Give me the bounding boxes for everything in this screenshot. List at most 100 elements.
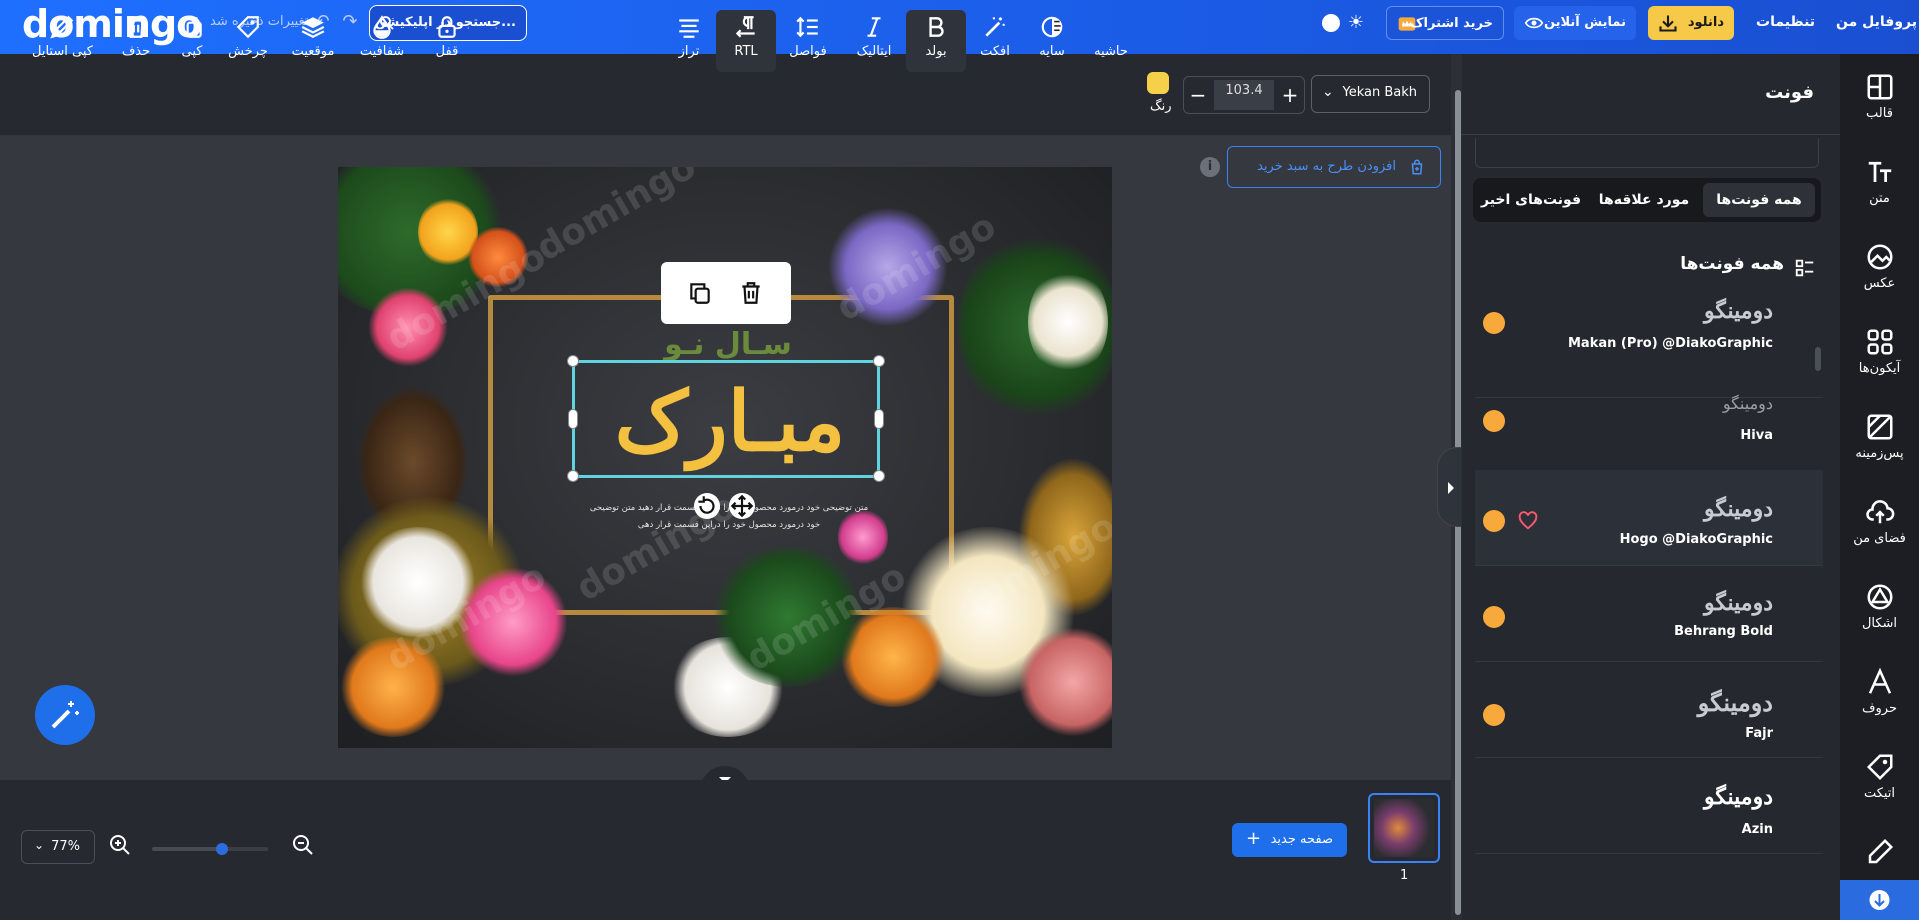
- font-size-increase-button[interactable]: +: [1278, 83, 1302, 107]
- trash-icon[interactable]: [738, 280, 764, 306]
- font-list-item[interactable]: دومینگو Azin: [1475, 758, 1823, 854]
- tab-recent-fonts[interactable]: فونت‌های اخیر: [1477, 183, 1585, 217]
- tab-favorites[interactable]: مورد علاقه‌ها: [1589, 183, 1699, 217]
- tool-label: سایه: [1039, 44, 1065, 59]
- pomegranate: [1018, 627, 1112, 737]
- delete-tool[interactable]: حذف: [106, 10, 166, 72]
- watermark: domingo: [529, 167, 703, 270]
- copy-tool[interactable]: کپی: [162, 10, 222, 72]
- rtl-tool[interactable]: RTL: [716, 10, 776, 72]
- font-size-decrease-button[interactable]: −: [1186, 83, 1210, 107]
- tool-label: ایتالیک: [856, 44, 892, 59]
- rotate-tool[interactable]: چرخش: [218, 10, 278, 72]
- tool-label: کپی: [181, 44, 203, 59]
- font-family-select[interactable]: ⌄ Yekan Bakh: [1311, 75, 1430, 113]
- sidebar-item-label: آیکون‌ها: [1858, 361, 1901, 376]
- new-page-label: صفحه جدید: [1270, 832, 1333, 847]
- zoom-slider[interactable]: [152, 843, 268, 855]
- text-icon: [1868, 161, 1891, 182]
- profile-link[interactable]: پروفایل من: [1836, 14, 1917, 30]
- settings-link[interactable]: تنظیمات: [1756, 14, 1815, 30]
- font-size-input[interactable]: 103.4: [1214, 80, 1274, 110]
- font-list-item[interactable]: دومینگو Behrang Bold: [1475, 566, 1823, 662]
- selection-box[interactable]: [572, 360, 880, 478]
- magic-assistant-button[interactable]: [35, 685, 95, 745]
- resize-handle-bottom-left[interactable]: [567, 470, 579, 482]
- toggle-knob: [1322, 14, 1340, 32]
- shapes-icon: [1867, 584, 1892, 610]
- sidebar-item-icons[interactable]: آیکون‌ها: [1840, 309, 1919, 391]
- zoom-slider-thumb[interactable]: [216, 843, 228, 855]
- copy-style-tool[interactable]: کپی استایل: [32, 10, 93, 72]
- spacing-tool[interactable]: فواصل: [778, 10, 838, 72]
- new-page-button[interactable]: + صفحه جدید: [1232, 823, 1347, 857]
- tool-label: موقعیت: [291, 44, 335, 59]
- sidebar-item-label: متن: [1869, 191, 1890, 206]
- heart-icon[interactable]: [1517, 510, 1539, 532]
- info-icon[interactable]: i: [1200, 157, 1220, 177]
- sidebar-item-background[interactable]: پس‌زمینه: [1840, 394, 1919, 476]
- sidebar-item-label: عکس: [1863, 276, 1896, 291]
- font-list-scrollbar[interactable]: [1815, 347, 1821, 371]
- white-flowers: [1028, 267, 1108, 377]
- page-thumbnail[interactable]: [1368, 793, 1440, 863]
- design-subtitle[interactable]: سـال نـو: [638, 327, 818, 362]
- theme-toggle[interactable]: ☀: [1320, 12, 1366, 34]
- border-tool[interactable]: حاشیه: [1081, 10, 1141, 72]
- font-name: Behrang Bold: [1674, 624, 1773, 639]
- zoom-select[interactable]: ⌄ 77%: [21, 830, 95, 864]
- font-preview: دومینگو: [1704, 590, 1773, 616]
- description-line: خود درمورد محصول خود را دراین قسمت قرار …: [637, 520, 821, 530]
- tool-label: چرخش: [228, 44, 268, 59]
- sidebar-scroll-down-button[interactable]: [1840, 880, 1919, 920]
- icons-grid-icon: [1867, 329, 1892, 355]
- sidebar-item-photo[interactable]: عکس: [1840, 224, 1919, 306]
- sidebar-item-sticker[interactable]: اتیکت: [1840, 734, 1919, 816]
- sidebar-item-letters[interactable]: حروف: [1840, 649, 1919, 731]
- collapse-panel-button[interactable]: [1437, 447, 1461, 527]
- sidebar-item-shapes[interactable]: اشکال: [1840, 564, 1919, 646]
- position-tool[interactable]: موقعیت: [283, 10, 343, 72]
- spacing-icon: [796, 16, 818, 38]
- sidebar-item-label: اشکال: [1861, 616, 1898, 631]
- italic-tool[interactable]: ایتالیک: [844, 10, 904, 72]
- add-to-cart-button[interactable]: افزودن طرح به سبد خرید: [1227, 146, 1441, 188]
- font-list-item[interactable]: دومینگو Fajr: [1475, 662, 1823, 758]
- cloud-upload-icon: [1865, 500, 1894, 524]
- zoom-in-icon[interactable]: [108, 833, 132, 857]
- shadow-tool[interactable]: سایه: [1022, 10, 1082, 72]
- lock-tool[interactable]: قفل: [417, 10, 477, 72]
- subscribe-button[interactable]: خرید اشتراک: [1386, 6, 1504, 40]
- crown-icon: [1483, 606, 1505, 628]
- resize-handle-top-right[interactable]: [873, 355, 885, 367]
- bold-tool[interactable]: بولد: [906, 10, 966, 72]
- sidebar-item-template[interactable]: قالب: [1840, 54, 1919, 136]
- tool-label: RTL: [734, 44, 758, 59]
- move-handle[interactable]: [729, 493, 755, 519]
- zoom-out-icon[interactable]: [291, 833, 315, 857]
- resize-handle-right[interactable]: [874, 409, 884, 429]
- resize-handle-left[interactable]: [568, 409, 578, 429]
- font-family-value: Yekan Bakh: [1342, 85, 1417, 100]
- align-tool[interactable]: تراز: [659, 10, 719, 72]
- font-preview: دومینگو: [1704, 496, 1773, 522]
- font-search-input[interactable]: [1475, 138, 1819, 168]
- opacity-tool[interactable]: شفافیت: [352, 10, 412, 72]
- sidebar-item-label: حروف: [1862, 701, 1897, 716]
- download-button[interactable]: دانلود: [1648, 6, 1734, 40]
- effect-tool[interactable]: افکت: [965, 10, 1025, 72]
- tab-all-fonts[interactable]: همه فونت‌ها: [1703, 183, 1815, 217]
- sidebar-item-text[interactable]: متن: [1840, 139, 1919, 221]
- font-list-item[interactable]: دومینگو Makan (Pro) @DiakoGraphic: [1475, 298, 1823, 398]
- online-view-button[interactable]: نمایش آنلاین: [1514, 6, 1636, 40]
- rotate-handle[interactable]: [694, 493, 720, 519]
- copy-icon[interactable]: [687, 280, 713, 306]
- font-list-item[interactable]: دومینگو Hogo @DiakoGraphic: [1475, 470, 1823, 566]
- resize-handle-top-left[interactable]: [567, 355, 579, 367]
- color-swatch[interactable]: [1147, 72, 1169, 94]
- chevron-down-icon: ⌄: [1322, 84, 1334, 100]
- resize-handle-bottom-right[interactable]: [873, 470, 885, 482]
- sidebar-item-my-space[interactable]: فضای من: [1840, 479, 1919, 561]
- font-size-stepper: − 103.4 +: [1183, 76, 1305, 114]
- sidebar-item-label: پس‌زمینه: [1855, 446, 1904, 461]
